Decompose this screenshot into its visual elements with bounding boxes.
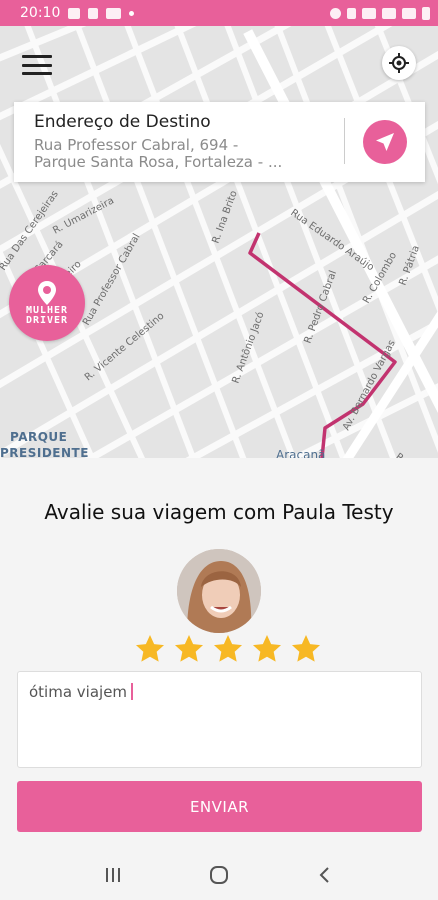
crosshair-icon (389, 53, 409, 73)
home-icon (210, 866, 228, 884)
menu-button[interactable] (22, 52, 52, 78)
svg-text:PRESIDENTE: PRESIDENTE (0, 446, 89, 458)
youtube-icon (106, 7, 122, 19)
svg-text:R. Ina Brito: R. Ina Brito (210, 189, 239, 245)
status-bar: 20:10 (0, 0, 438, 26)
signal-icon (382, 7, 396, 19)
menu-icon-bar (22, 55, 52, 58)
driver-avatar (177, 549, 261, 633)
map-view[interactable]: Rua Das Cerejeiras R. Umarizeira R. Carc… (0, 26, 438, 458)
star-icon[interactable] (173, 633, 205, 665)
svg-text:PARQUE: PARQUE (10, 430, 67, 444)
destination-address-line2: Parque Santa Rosa, Fortaleza - ... (34, 153, 283, 171)
star-icon[interactable] (251, 633, 283, 665)
menu-icon-bar (22, 72, 52, 75)
menu-icon-bar (22, 63, 52, 67)
gallery-icon (68, 7, 81, 19)
destination-address[interactable]: Rua Professor Cabral, 694 - Parque Santa… (34, 137, 324, 171)
recent-apps-button[interactable] (93, 855, 133, 895)
star-rating[interactable] (134, 633, 322, 665)
my-location-button[interactable] (382, 46, 416, 80)
android-nav-bar (0, 850, 438, 900)
alarm-icon (330, 7, 341, 19)
destination-card[interactable]: Endereço de Destino Rua Professor Cabral… (14, 102, 425, 182)
svg-text:R. Vicente Celestino: R. Vicente Celestino (83, 311, 167, 384)
star-icon[interactable] (290, 633, 322, 665)
map-streets: Rua Das Cerejeiras R. Umarizeira R. Carc… (0, 26, 438, 458)
rating-sheet: Avalie sua viagem com Paula Testy ótima … (0, 458, 438, 850)
signal-2-icon (402, 7, 416, 19)
robot-icon (88, 7, 99, 19)
recent-apps-icon (106, 868, 120, 882)
back-button[interactable] (305, 855, 345, 895)
mulher-driver-logo: MULHER DRIVER (9, 265, 85, 341)
location-status-icon (347, 7, 356, 19)
back-icon (319, 867, 329, 883)
destination-title: Endereço de Destino (34, 112, 211, 132)
logo-line2: DRIVER (25, 315, 69, 326)
notification-dot-icon (129, 10, 135, 16)
wifi-icon (362, 7, 376, 19)
rating-title: Avalie sua viagem com Paula Testy (44, 500, 394, 524)
text-cursor (131, 683, 134, 700)
comment-input[interactable]: ótima viajem (17, 671, 422, 768)
battery-icon (422, 6, 430, 20)
driver-photo (177, 549, 261, 633)
comment-value: ótima viajem (29, 683, 128, 701)
svg-text:R. Pátria: R. Pátria (397, 244, 423, 287)
send-button[interactable]: ENVIAR (17, 781, 422, 832)
star-icon[interactable] (134, 633, 166, 665)
navigate-button[interactable] (363, 120, 407, 164)
divider (344, 118, 345, 164)
svg-text:Araçanã: Araçanã (276, 448, 325, 458)
star-icon[interactable] (212, 633, 244, 665)
destination-address-line1: Rua Professor Cabral, 694 - (34, 136, 239, 154)
location-pin-logo-icon (38, 281, 56, 305)
navigation-arrow-icon (376, 133, 394, 151)
home-button[interactable] (199, 855, 239, 895)
status-time: 20:10 (20, 5, 61, 21)
